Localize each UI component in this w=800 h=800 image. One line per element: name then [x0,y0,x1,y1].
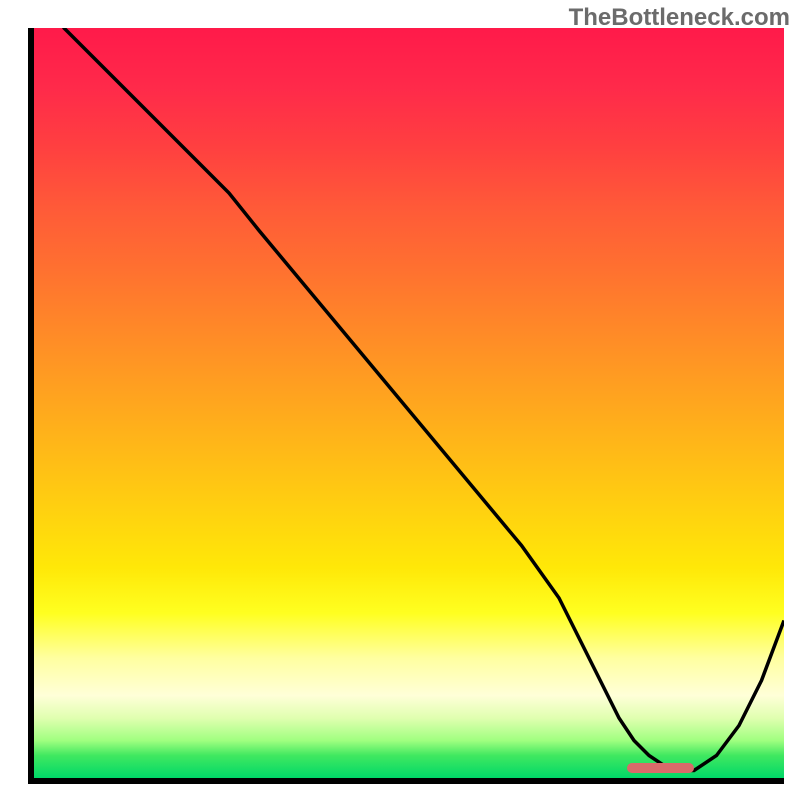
optimal-marker [627,763,695,773]
watermark-text: TheBottleneck.com [569,4,790,32]
chart-container: TheBottleneck.com [0,0,800,800]
plot-area [28,28,784,784]
curve-line [34,28,784,778]
